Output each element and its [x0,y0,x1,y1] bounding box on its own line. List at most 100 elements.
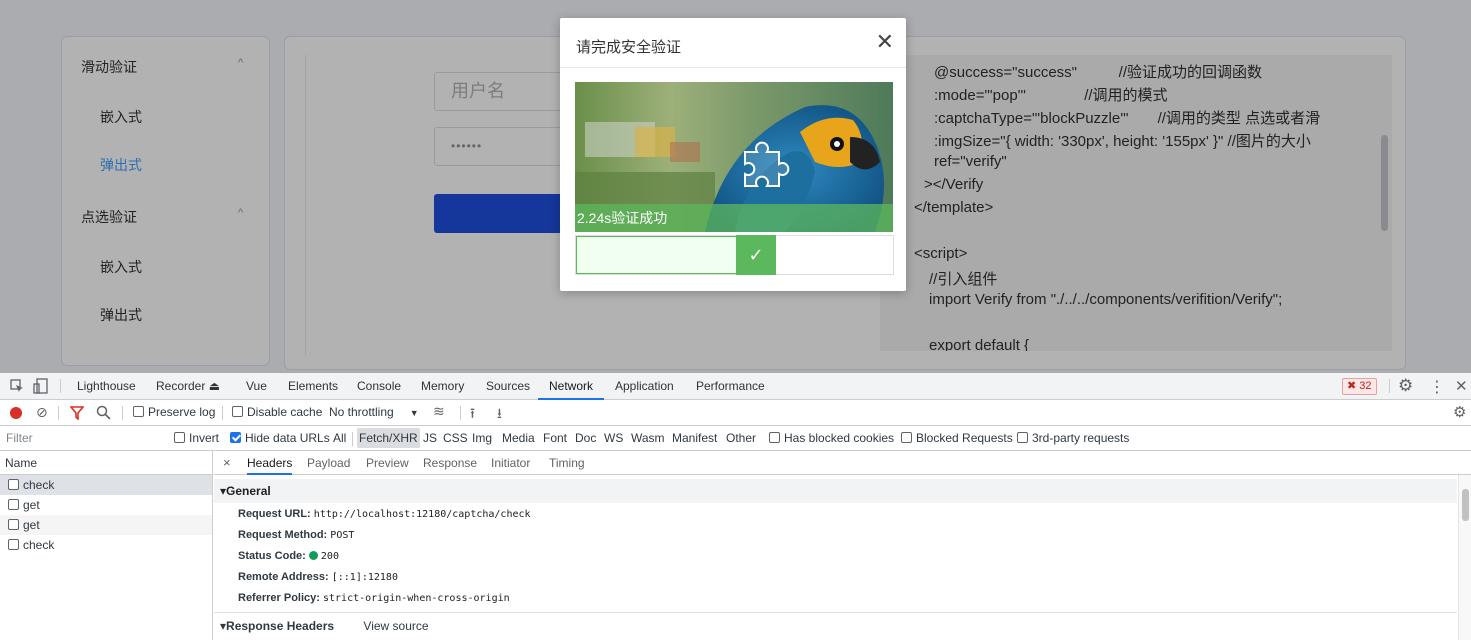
slider-handle[interactable]: ✓ [736,235,776,275]
tab-application[interactable]: Application [615,373,674,400]
request-icon [8,479,19,490]
request-method-row: Request Method: POST [238,529,354,541]
close-details-icon[interactable]: × [223,451,231,475]
type-filter-img[interactable]: Img [472,428,492,448]
download-icon[interactable]: ⭳ [497,403,502,427]
has-blocked-cookies-checkbox[interactable]: Has blocked cookies [769,426,894,451]
filter-icon[interactable] [70,406,84,420]
checkbox-icon [1017,432,1028,443]
type-filter-manifest[interactable]: Manifest [672,428,717,448]
third-party-checkbox[interactable]: 3rd-party requests [1017,426,1129,451]
blocked-requests-label: Blocked Requests [916,431,1013,445]
invert-checkbox[interactable]: Invert [174,426,219,451]
error-count: 32 [1359,380,1372,392]
dropdown-arrow-icon: ▼ [409,408,419,418]
status-ok-icon [308,551,318,560]
search-icon[interactable] [96,405,111,420]
separator [222,406,223,420]
type-filter-js[interactable]: JS [423,428,437,448]
request-name: get [23,498,40,512]
disable-cache-label: Disable cache [247,405,323,419]
error-icon: ✖ [1347,380,1357,392]
type-filter-css[interactable]: CSS [443,428,468,448]
more-icon[interactable]: ⋮ [1429,377,1445,397]
name-column-header[interactable]: Name [0,451,212,475]
preserve-log-checkbox[interactable]: Preserve log [133,400,215,425]
tab-console[interactable]: Console [357,373,401,400]
tab-elements[interactable]: Elements [288,373,338,400]
divider [214,612,1457,613]
gear-icon[interactable]: ⚙ [1398,376,1413,396]
type-filter-other[interactable]: Other [726,428,756,448]
view-source-link[interactable]: View source [363,619,428,633]
checkbox-icon [174,432,185,443]
separator [122,406,123,420]
success-message: 2.24s验证成功 [575,204,893,232]
slider-track: ✓ [575,235,894,275]
separator [60,379,61,393]
checkbox-icon [769,432,780,443]
request-name: check [23,538,55,552]
filter-input[interactable]: Filter [0,429,161,447]
tab-initiator[interactable]: Initiator [491,451,530,475]
response-headers-section-header[interactable]: ▾Response Headers View source [214,614,1457,638]
request-row[interactable]: check [0,535,212,555]
request-icon [8,539,19,550]
disable-cache-checkbox[interactable]: Disable cache [232,400,322,425]
type-filter-fetch-xhr[interactable]: Fetch/XHR [357,428,420,448]
request-icon [8,499,19,510]
general-section-header[interactable]: ▾General [214,479,1457,503]
header-key: Remote Address: [238,571,329,583]
tab-performance[interactable]: Performance [696,373,765,400]
tab-response[interactable]: Response [423,451,477,475]
tab-sources[interactable]: Sources [486,373,530,400]
scrollbar-thumb[interactable] [1462,489,1469,521]
type-filter-font[interactable]: Font [543,428,567,448]
tab-lighthouse[interactable]: Lighthouse [77,373,136,400]
response-headers-title: Response Headers [226,619,335,633]
devtools-tab-bar: Lighthouse Recorder ⏏ Vue Elements Conso… [0,373,1471,400]
header-key: Request URL: [238,508,311,520]
request-url-row: Request URL: http://localhost:12180/capt… [238,508,531,520]
hide-data-urls-checkbox[interactable]: Hide data URLs [230,426,330,451]
type-filter-all[interactable]: All [333,428,346,448]
request-name: get [23,518,40,532]
tab-recorder[interactable]: Recorder ⏏ [156,373,220,400]
throttling-select[interactable]: No throttling ▼ [329,400,419,425]
inspect-icon[interactable] [10,379,24,393]
detail-tab-bar: × Headers Payload Preview Response Initi… [214,451,1471,475]
upload-icon[interactable]: ⭱ [470,403,475,427]
tab-payload[interactable]: Payload [307,451,350,475]
type-filter-doc[interactable]: Doc [575,428,596,448]
blocked-requests-checkbox[interactable]: Blocked Requests [901,426,1013,451]
checkbox-checked-icon [230,432,241,443]
clear-icon[interactable]: ⊘ [36,404,48,421]
device-toggle-icon[interactable] [33,378,49,394]
tab-memory[interactable]: Memory [421,373,464,400]
tab-headers[interactable]: Headers [247,451,293,475]
header-value: http://localhost:12180/captcha/check [313,509,531,520]
type-filter-wasm[interactable]: Wasm [631,428,665,448]
tab-network[interactable]: Network [538,373,605,400]
details-scrollbar[interactable] [1458,475,1471,640]
header-value: [::1]:12180 [331,572,398,583]
type-filter-media[interactable]: Media [502,428,535,448]
request-row[interactable]: check [0,475,212,495]
gear-icon[interactable]: ⚙ [1453,403,1466,421]
request-row[interactable]: get [0,495,212,515]
request-row[interactable]: get [0,515,212,535]
tab-timing[interactable]: Timing [549,451,585,475]
close-icon[interactable]: ✕ [876,31,894,53]
separator [1389,379,1390,393]
network-conditions-icon[interactable]: ≋ [433,403,445,420]
type-filter-ws[interactable]: WS [604,428,623,448]
checkbox-icon [133,406,144,417]
record-icon[interactable] [10,407,22,419]
header-key: Referrer Policy: [238,592,320,604]
header-key: Status Code: [238,550,306,562]
close-icon[interactable]: ✕ [1455,377,1468,395]
remote-address-row: Remote Address: [::1]:12180 [238,571,398,583]
error-count-badge[interactable]: ✖ 32 [1342,378,1377,395]
tab-preview[interactable]: Preview [366,451,409,475]
tab-vue[interactable]: Vue [246,373,267,400]
